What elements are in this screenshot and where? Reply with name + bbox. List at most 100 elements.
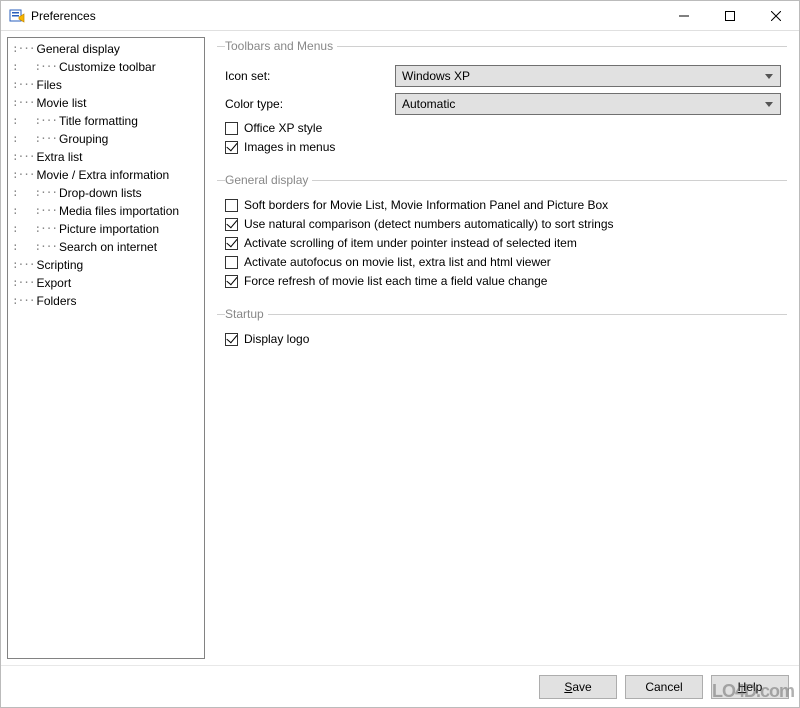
tree-branch-icon: : :··· xyxy=(12,239,57,255)
tree-item[interactable]: : :···Title formatting xyxy=(12,112,200,130)
tree-branch-icon: :··· xyxy=(12,257,35,273)
row-colortype: Color type: Automatic xyxy=(225,93,787,115)
group-general: General display Soft borders for Movie L… xyxy=(217,173,787,293)
tree-item-label: Grouping xyxy=(59,131,108,147)
tree-item[interactable]: :···Export xyxy=(12,274,200,292)
tree-item[interactable]: :···Extra list xyxy=(12,148,200,166)
checkbox-imagesmenus[interactable] xyxy=(225,141,238,154)
label-officexp: Office XP style xyxy=(244,121,322,135)
tree-item-label: Title formatting xyxy=(59,113,138,129)
group-startup: Startup Display logo xyxy=(217,307,787,351)
maximize-button[interactable] xyxy=(707,1,753,30)
tree-item[interactable]: : :···Drop-down lists xyxy=(12,184,200,202)
tree-branch-icon: : :··· xyxy=(12,113,57,129)
row-forcerefresh: Force refresh of movie list each time a … xyxy=(225,274,787,288)
combo-iconset[interactable]: Windows XP xyxy=(395,65,781,87)
checkbox-scrollptr[interactable] xyxy=(225,237,238,250)
titlebar-controls xyxy=(661,1,799,30)
help-button[interactable]: Help xyxy=(711,675,789,699)
save-button[interactable]: Save xyxy=(539,675,617,699)
row-scrollptr: Activate scrolling of item under pointer… xyxy=(225,236,787,250)
chevron-down-icon xyxy=(762,69,776,83)
tree-branch-icon: :··· xyxy=(12,149,35,165)
label-naturalcmp: Use natural comparison (detect numbers a… xyxy=(244,217,614,231)
group-toolbars-legend: Toolbars and Menus xyxy=(225,39,337,53)
label-softborders: Soft borders for Movie List, Movie Infor… xyxy=(244,198,608,212)
label-colortype: Color type: xyxy=(225,97,395,111)
minimize-button[interactable] xyxy=(661,1,707,30)
tree-item[interactable]: : :···Picture importation xyxy=(12,220,200,238)
label-forcerefresh: Force refresh of movie list each time a … xyxy=(244,274,547,288)
group-toolbars: Toolbars and Menus Icon set: Windows XP … xyxy=(217,39,787,159)
label-autofocus: Activate autofocus on movie list, extra … xyxy=(244,255,551,269)
tree-item[interactable]: :···Movie list xyxy=(12,94,200,112)
tree-item-label: General display xyxy=(37,41,120,57)
row-naturalcmp: Use natural comparison (detect numbers a… xyxy=(225,217,787,231)
row-displaylogo: Display logo xyxy=(225,332,787,346)
combo-colortype-value: Automatic xyxy=(402,97,762,111)
row-softborders: Soft borders for Movie List, Movie Infor… xyxy=(225,198,787,212)
tree-item[interactable]: :···Movie / Extra information xyxy=(12,166,200,184)
maximize-icon xyxy=(725,11,735,21)
label-imagesmenus: Images in menus xyxy=(244,140,335,154)
category-tree[interactable]: :···General display: :···Customize toolb… xyxy=(7,37,205,659)
window-title: Preferences xyxy=(31,9,661,23)
tree-item-label: Customize toolbar xyxy=(59,59,156,75)
tree-branch-icon: :··· xyxy=(12,95,35,111)
tree-item-label: Files xyxy=(37,77,62,93)
label-scrollptr: Activate scrolling of item under pointer… xyxy=(244,236,577,250)
tree-branch-icon: : :··· xyxy=(12,131,57,147)
tree-branch-icon: :··· xyxy=(12,167,35,183)
tree-branch-icon: : :··· xyxy=(12,185,57,201)
tree-branch-icon: :··· xyxy=(12,275,35,291)
checkbox-softborders[interactable] xyxy=(225,199,238,212)
tree-item-label: Media files importation xyxy=(59,203,179,219)
tree-item-label: Search on internet xyxy=(59,239,157,255)
tree-item-label: Export xyxy=(37,275,72,291)
checkbox-displaylogo[interactable] xyxy=(225,333,238,346)
tree-branch-icon: :··· xyxy=(12,293,35,309)
tree-item-label: Picture importation xyxy=(59,221,159,237)
row-imagesmenus: Images in menus xyxy=(225,140,787,154)
minimize-icon xyxy=(679,11,689,21)
tree-branch-icon: :··· xyxy=(12,77,35,93)
checkbox-naturalcmp[interactable] xyxy=(225,218,238,231)
tree-item-label: Movie list xyxy=(37,95,87,111)
close-button[interactable] xyxy=(753,1,799,30)
close-icon xyxy=(771,11,781,21)
tree-item-label: Scripting xyxy=(37,257,84,273)
titlebar: Preferences xyxy=(1,1,799,31)
tree-item-label: Extra list xyxy=(37,149,83,165)
row-iconset: Icon set: Windows XP xyxy=(225,65,787,87)
row-officexp: Office XP style xyxy=(225,121,787,135)
group-general-legend: General display xyxy=(225,173,312,187)
row-autofocus: Activate autofocus on movie list, extra … xyxy=(225,255,787,269)
tree-branch-icon: : :··· xyxy=(12,203,57,219)
checkbox-autofocus[interactable] xyxy=(225,256,238,269)
tree-item-label: Drop-down lists xyxy=(59,185,142,201)
button-bar: Save Cancel Help xyxy=(1,665,799,707)
tree-item-label: Movie / Extra information xyxy=(37,167,170,183)
combo-colortype[interactable]: Automatic xyxy=(395,93,781,115)
tree-item[interactable]: :···Scripting xyxy=(12,256,200,274)
checkbox-officexp[interactable] xyxy=(225,122,238,135)
tree-item[interactable]: : :···Search on internet xyxy=(12,238,200,256)
checkbox-forcerefresh[interactable] xyxy=(225,275,238,288)
cancel-button[interactable]: Cancel xyxy=(625,675,703,699)
tree-item[interactable]: :···General display xyxy=(12,40,200,58)
tree-branch-icon: : :··· xyxy=(12,59,57,75)
preferences-window: Preferences :···General display: :···Cus… xyxy=(0,0,800,708)
tree-branch-icon: : :··· xyxy=(12,221,57,237)
tree-item[interactable]: : :···Media files importation xyxy=(12,202,200,220)
tree-item[interactable]: :···Files xyxy=(12,76,200,94)
tree-item[interactable]: :···Folders xyxy=(12,292,200,310)
group-startup-legend: Startup xyxy=(225,307,268,321)
content-area: :···General display: :···Customize toolb… xyxy=(1,31,799,665)
tree-item[interactable]: : :···Customize toolbar xyxy=(12,58,200,76)
chevron-down-icon xyxy=(762,97,776,111)
settings-panel: Toolbars and Menus Icon set: Windows XP … xyxy=(211,37,793,659)
app-icon xyxy=(9,8,25,24)
label-iconset: Icon set: xyxy=(225,69,395,83)
tree-branch-icon: :··· xyxy=(12,41,35,57)
tree-item[interactable]: : :···Grouping xyxy=(12,130,200,148)
